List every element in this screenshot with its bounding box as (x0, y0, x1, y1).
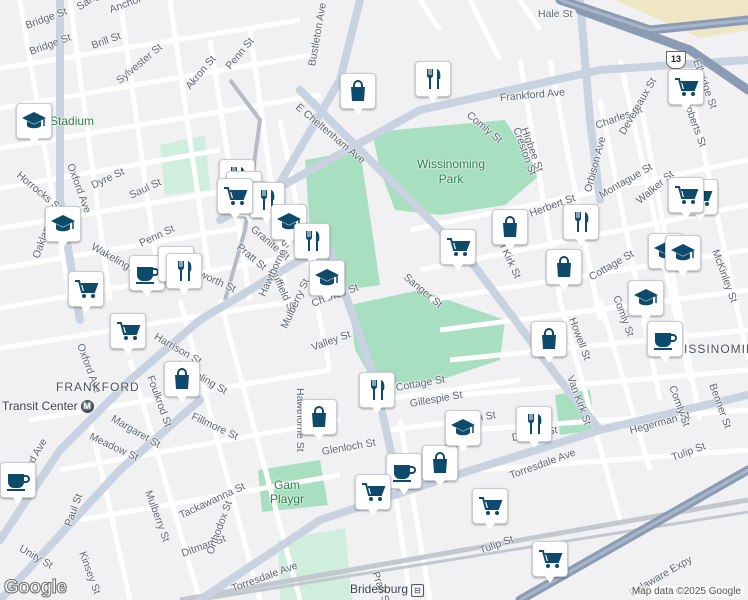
restaurant-icon (575, 212, 589, 232)
shopping-icon (503, 216, 517, 237)
cart-icon (447, 238, 471, 256)
park-label-gambrel-playground[interactable]: Gam Playgr (262, 478, 312, 506)
park-area-west (160, 135, 210, 195)
poi-marker-school[interactable] (628, 280, 664, 322)
poi-marker-cart[interactable] (472, 488, 508, 530)
cafe-icon (393, 465, 416, 482)
poi-marker-cart[interactable] (217, 178, 253, 220)
cart-icon (675, 78, 699, 96)
map-attribution[interactable]: Map data ©2025 Google (628, 586, 744, 597)
poi-marker-restaurant[interactable] (516, 406, 552, 448)
restaurant-icon (371, 380, 385, 400)
shopping-icon (542, 328, 556, 349)
poi-marker-shopping[interactable] (546, 249, 582, 291)
poi-marker-school[interactable] (665, 235, 701, 277)
poi-marker-cart[interactable] (668, 69, 704, 111)
poi-marker-restaurant[interactable] (359, 372, 395, 414)
poi-marker-shopping[interactable] (340, 73, 376, 115)
school-icon (671, 244, 695, 261)
poi-marker-school[interactable] (16, 103, 52, 145)
cart-icon (539, 550, 563, 568)
cart-icon (479, 497, 503, 515)
poi-marker-shopping[interactable] (492, 209, 528, 251)
school-icon (451, 419, 475, 436)
poi-marker-cart[interactable] (668, 177, 704, 219)
cart-icon (117, 322, 141, 340)
poi-marker-cafe[interactable] (647, 321, 683, 363)
train-icon: ⊟ (411, 584, 425, 597)
cafe-icon (7, 474, 30, 491)
restaurant-icon (427, 69, 441, 89)
poi-marker-cart[interactable] (110, 313, 146, 355)
transit-center-name: Transit Center (2, 399, 78, 413)
poi-marker-shopping[interactable] (301, 399, 337, 441)
school-icon (315, 269, 339, 286)
cart-icon (362, 483, 386, 501)
poi-marker-shopping[interactable] (531, 321, 567, 363)
poi-marker-cart[interactable] (68, 271, 104, 313)
poi-marker-cart[interactable] (440, 229, 476, 271)
poi-marker-cart[interactable] (355, 474, 391, 516)
shopping-icon (312, 406, 326, 427)
bridesburg-name: Bridesburg (350, 582, 409, 596)
place-label-wissinoming: ISSINOMIN (684, 342, 748, 356)
restaurant-icon (178, 261, 192, 281)
poi-marker-shopping[interactable] (164, 361, 200, 403)
shopping-icon (557, 256, 571, 277)
poi-marker-school[interactable] (445, 410, 481, 452)
cafe-icon (136, 267, 159, 284)
poi-marker-cart[interactable] (532, 541, 568, 583)
poi-marker-cafe[interactable] (386, 453, 422, 495)
place-label-frankford: FRANKFORD (56, 380, 140, 394)
school-icon (634, 289, 658, 306)
poi-marker-restaurant[interactable] (294, 223, 330, 265)
shopping-icon (175, 368, 189, 389)
school-icon (22, 112, 46, 129)
poi-marker-restaurant[interactable] (563, 204, 599, 246)
cart-icon (75, 280, 99, 298)
bridesburg-station-label[interactable]: Bridesburg ⊟ (350, 582, 425, 597)
cart-icon (675, 186, 699, 204)
poi-marker-school[interactable] (309, 260, 345, 302)
restaurant-icon (306, 231, 320, 251)
google-logo: Google (3, 577, 67, 599)
poi-marker-restaurant[interactable] (415, 61, 451, 103)
poi-marker-school[interactable] (45, 206, 81, 248)
poi-marker-cafe[interactable] (0, 462, 36, 504)
poi-marker-shopping[interactable] (422, 445, 458, 487)
shopping-icon (433, 452, 447, 473)
route-13-shield: 13 (666, 51, 686, 69)
park-label-wissinoming[interactable]: Wissinoming Park (411, 157, 491, 187)
cafe-icon (654, 333, 677, 350)
map-canvas[interactable]: 13 Sanger StAnchor StBridge StBrill StSy… (0, 0, 748, 600)
shopping-icon (351, 80, 365, 101)
school-icon (51, 215, 75, 232)
street-label: Hale St (538, 8, 573, 20)
metro-icon: M (80, 400, 94, 413)
cart-icon (224, 187, 248, 205)
transit-center-label[interactable]: Transit Center M (2, 399, 94, 413)
restaurant-icon (528, 414, 542, 434)
poi-marker-restaurant[interactable] (166, 253, 202, 295)
